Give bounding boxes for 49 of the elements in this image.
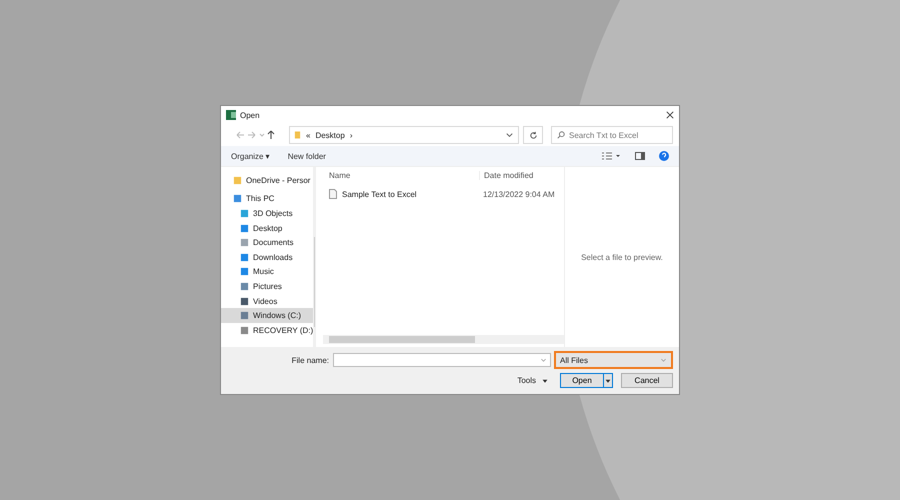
file-name: Sample Text to Excel bbox=[342, 190, 417, 198]
date-cell-text: 12/13/2022 9:04 AM bbox=[482, 190, 555, 198]
folder-icon bbox=[294, 130, 301, 140]
file-name-label: File name: bbox=[292, 356, 329, 364]
breadcrumb[interactable]: « bbox=[306, 130, 310, 140]
file-name-field[interactable] bbox=[333, 353, 551, 367]
open-dropdown-button[interactable] bbox=[604, 373, 613, 388]
sidebar-item[interactable]: 3D Objects bbox=[221, 206, 314, 221]
sidebar-item[interactable]: RECOVERY (D:) bbox=[221, 322, 314, 338]
cancel-button[interactable]: Cancel bbox=[621, 373, 673, 388]
refresh-button[interactable] bbox=[523, 126, 543, 144]
view-options-icon[interactable] bbox=[601, 151, 621, 161]
file-row[interactable]: Sample Text to Excel 12/13/2022 9:04 AM bbox=[323, 186, 564, 202]
excel-icon bbox=[226, 110, 236, 120]
search-icon bbox=[557, 131, 565, 139]
open-button[interactable]: Open bbox=[560, 373, 604, 388]
caret-icon bbox=[605, 378, 611, 384]
sidebar-item[interactable]: OneDrive - Persor bbox=[221, 173, 314, 188]
sidebar-item[interactable]: Windows (C:) bbox=[221, 308, 314, 323]
sidebar-item[interactable]: This PC bbox=[221, 192, 314, 206]
sidebar-item[interactable]: Videos bbox=[221, 294, 314, 308]
help-icon[interactable] bbox=[659, 151, 669, 161]
sidebar-item[interactable]: Documents bbox=[221, 235, 314, 250]
tools-menu[interactable]: Tools bbox=[517, 376, 536, 385]
sidebar-item[interactable]: Music bbox=[221, 264, 314, 280]
column-header[interactable]: Date modified bbox=[479, 171, 534, 180]
breadcrumb[interactable]: › bbox=[350, 130, 352, 140]
caret-icon[interactable] bbox=[542, 378, 548, 384]
sidebar-item[interactable]: Pictures bbox=[221, 279, 314, 294]
preview-pane-icon[interactable] bbox=[635, 151, 645, 161]
chevron-down-icon bbox=[540, 356, 547, 364]
chevron-down-icon[interactable] bbox=[505, 130, 514, 140]
preview-message: Select a file to preview. bbox=[581, 252, 663, 262]
window-title: Open bbox=[240, 110, 261, 120]
new-folder-button[interactable]: New folder bbox=[288, 152, 326, 160]
close-icon[interactable] bbox=[666, 111, 674, 119]
file-type-dropdown[interactable]: All Files bbox=[554, 351, 673, 369]
sidebar-item[interactable]: Desktop bbox=[221, 220, 314, 236]
chevron-down-icon bbox=[660, 356, 667, 364]
breadcrumb[interactable]: Desktop bbox=[315, 130, 345, 140]
organize-menu[interactable]: Organize ▾ bbox=[231, 152, 270, 160]
scrollbar[interactable] bbox=[313, 167, 316, 347]
address-bar[interactable]: « Desktop › bbox=[289, 126, 519, 144]
scrollbar[interactable] bbox=[323, 335, 564, 344]
refresh-icon bbox=[528, 130, 538, 140]
text-file-icon bbox=[329, 189, 337, 199]
sidebar-item[interactable]: Downloads bbox=[221, 250, 314, 265]
search-field[interactable]: Search Txt to Excel bbox=[551, 126, 673, 144]
column-header[interactable]: Name bbox=[323, 171, 479, 180]
